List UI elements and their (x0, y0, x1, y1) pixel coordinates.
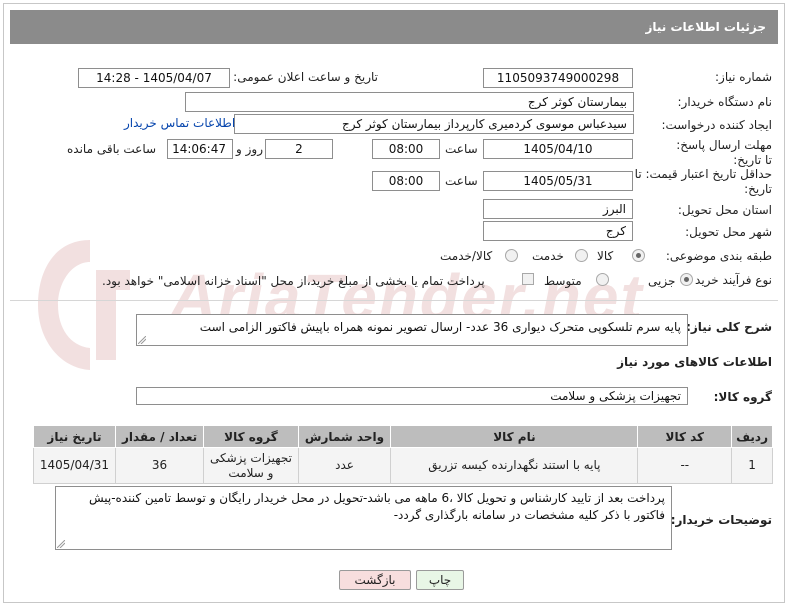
buyer-org-field: بیمارستان کوثر کرج (185, 92, 634, 112)
col-date: تاریخ نیاز (33, 425, 116, 448)
buyer-org-label: نام دستگاه خریدار: (677, 95, 773, 109)
goods-table-header: ردیف کد کالا نام کالا واحد شمارش گروه کا… (33, 425, 773, 448)
back-button[interactable]: بازگشت (339, 570, 411, 590)
price-validity-label: حداقل تاریخ اعتبار قیمت: تا تاریخ: (634, 167, 772, 196)
description-textarea[interactable]: پایه سرم تلسکوپی متحرک دیواری 36 عدد- ار… (136, 314, 688, 346)
buyer-notes-textarea[interactable]: پرداخت بعد از تایید کارشناس و تحویل کالا… (55, 486, 672, 550)
city-label: شهر محل تحویل: (685, 225, 772, 239)
col-group: گروه کالا (203, 425, 299, 448)
page-header: جزئیات اطلاعات نیاز (10, 10, 778, 44)
category-radio-goods-service[interactable] (505, 249, 518, 262)
cell-date: 1405/04/31 (33, 447, 116, 484)
buyer-contact-link[interactable]: اطلاعات تماس خریدار (124, 116, 235, 130)
col-code: کد کالا (637, 425, 733, 448)
page-title: جزئیات اطلاعات نیاز (645, 20, 766, 34)
goods-group-field: تجهیزات پزشکی و سلامت (136, 387, 688, 405)
need-number-field: 1105093749000298 (483, 68, 633, 88)
buyer-notes-label: توضیحات خریدار: (670, 513, 772, 527)
cell-code: -- (637, 447, 733, 484)
reply-time-label: ساعت (445, 142, 478, 156)
cell-name: پایه با استند نگهدارنده کیسه تزریق (390, 447, 639, 484)
table-row: 1 -- پایه با استند نگهدارنده کیسه تزریق … (33, 447, 773, 484)
remaining-time-label: ساعت باقی مانده (67, 142, 157, 156)
category-radio-goods[interactable] (632, 249, 645, 262)
resize-handle-icon[interactable] (138, 336, 146, 344)
resize-handle-icon[interactable] (57, 540, 65, 548)
col-unit: واحد شمارش (297, 425, 392, 448)
process-option-medium: متوسط (544, 274, 582, 288)
goods-group-label: گروه کالا: (713, 390, 772, 404)
category-option-goods-service: کالا/خدمت (440, 249, 493, 263)
announce-label: تاریخ و ساعت اعلان عمومی: (233, 70, 378, 84)
col-name: نام کالا (390, 425, 639, 448)
reply-date-field: 1405/04/10 (483, 139, 633, 159)
goods-table: ردیف کد کالا نام کالا واحد شمارش گروه کا… (33, 425, 773, 484)
days-label: روز و (236, 142, 263, 156)
requester-field: سیدعباس موسوی کردمیری کارپرداز بیمارستان… (234, 114, 634, 134)
category-radio-service[interactable] (575, 249, 588, 262)
province-field: البرز (483, 199, 633, 219)
announce-field: 1405/04/07 - 14:28 (78, 68, 230, 88)
description-label: شرح کلی نیاز: (686, 320, 772, 334)
treasury-payment-note: پرداخت تمام یا بخشی از مبلغ خرید،از محل … (102, 274, 485, 288)
days-remaining-field: 2 (265, 139, 333, 159)
need-number-label: شماره نیاز: (715, 70, 772, 84)
cell-group: تجهیزات پزشکی و سلامت (203, 447, 299, 484)
col-index: ردیف (731, 425, 773, 448)
requester-label: ایجاد کننده درخواست: (661, 118, 772, 132)
process-label: نوع فرآیند خرید : (687, 273, 772, 287)
reply-deadline-label: مهلت ارسال پاسخ: تا تاریخ: (676, 138, 772, 167)
col-quantity: تعداد / مقدار (114, 425, 205, 448)
cell-quantity: 36 (114, 447, 205, 484)
category-option-service: خدمت (532, 249, 564, 263)
print-button[interactable]: چاپ (416, 570, 464, 590)
treasury-payment-checkbox[interactable] (522, 273, 534, 285)
city-field: کرج (483, 221, 633, 241)
process-radio-medium[interactable] (596, 273, 609, 286)
reply-time-field: 08:00 (372, 139, 440, 159)
cell-index: 1 (731, 447, 773, 484)
price-time-field: 08:00 (372, 171, 440, 191)
process-option-minor: جزیی (648, 274, 676, 288)
category-label: طبقه بندی موضوعی: (665, 249, 772, 263)
divider (10, 300, 778, 301)
remaining-time-field: 14:06:47 (167, 139, 233, 159)
category-option-goods: کالا (597, 249, 614, 263)
province-label: استان محل تحویل: (677, 203, 772, 217)
goods-section-title: اطلاعات کالاهای مورد نیاز (617, 355, 772, 369)
price-date-field: 1405/05/31 (483, 171, 633, 191)
cell-unit: عدد (297, 447, 392, 484)
process-radio-minor[interactable] (680, 273, 693, 286)
price-time-label: ساعت (445, 174, 478, 188)
